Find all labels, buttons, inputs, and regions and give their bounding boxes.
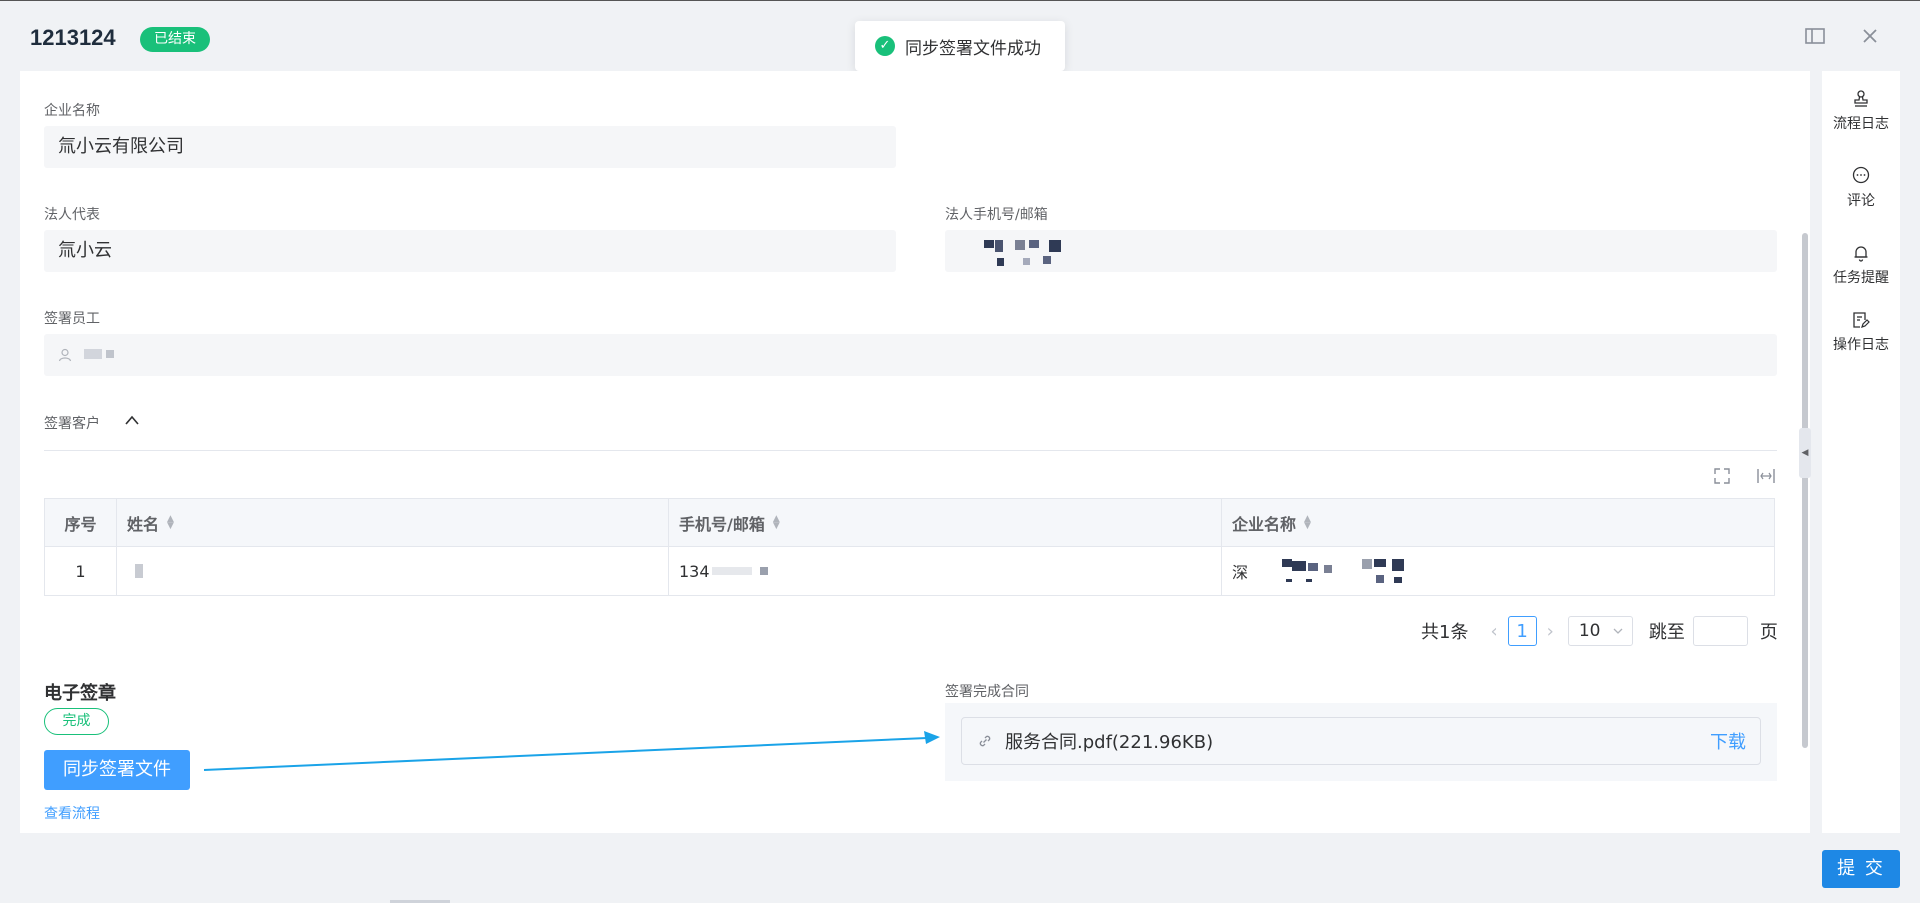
view-flow-link[interactable]: 查看流程 (44, 803, 100, 823)
download-link[interactable]: 下载 (1710, 728, 1746, 754)
jump-page-input[interactable] (1692, 616, 1748, 646)
redacted-mosaic (1262, 559, 1432, 585)
fullscreen-icon[interactable] (1713, 467, 1731, 485)
prev-page-button[interactable]: ‹ (1490, 621, 1497, 642)
main-panel: 企业名称 氚小云有限公司 法人代表 氚小云 法人手机号/邮箱 签署员工 签署客户 (20, 71, 1810, 833)
legal-phone-field[interactable] (945, 230, 1777, 272)
jump-label: 跳至 (1648, 622, 1685, 643)
column-header-index: 序号 (45, 499, 117, 546)
sync-signed-file-button[interactable]: 同步签署文件 (44, 750, 190, 790)
sidebar-item-operation-log[interactable]: 操作日志 (1822, 310, 1900, 354)
page-number-1[interactable]: 1 (1507, 616, 1537, 646)
employee-label: 签署员工 (44, 311, 100, 327)
page-size-select[interactable]: 10 (1567, 616, 1633, 646)
legal-rep-field[interactable]: 氚小云 (44, 230, 896, 272)
contract-file-name: 服务合同.pdf(221.96KB) (1005, 732, 1214, 753)
signed-contract-label: 签署完成合同 (945, 684, 1029, 700)
edit-log-icon (1853, 312, 1870, 328)
next-page-button[interactable]: › (1547, 621, 1554, 642)
sort-icon[interactable]: ▲ ▼ (167, 514, 174, 530)
sidebar-item-task-reminder[interactable]: 任务提醒 (1822, 243, 1900, 287)
redacted-mosaic (135, 564, 143, 578)
company-name-label: 企业名称 (44, 103, 100, 119)
success-toast: ✓ 同步签署文件成功 (855, 21, 1065, 71)
column-width-icon[interactable] (1756, 467, 1776, 485)
page-unit-label: 页 (1759, 622, 1778, 643)
sort-icon[interactable]: ▲ ▼ (773, 514, 780, 530)
row-phone: 134 (669, 547, 1222, 595)
scrollbar[interactable] (1802, 233, 1808, 748)
close-icon[interactable] (1859, 25, 1881, 47)
status-badge: 已结束 (140, 27, 210, 52)
company-name-field[interactable]: 氚小云有限公司 (44, 126, 896, 168)
signed-contract-box: 服务合同.pdf(221.96KB) 下载 (945, 703, 1777, 781)
right-sidebar: 流程日志 评论 任务提醒 操作日志 (1822, 71, 1900, 833)
legal-phone-label: 法人手机号/邮箱 (945, 207, 1048, 223)
redacted-mosaic (759, 567, 768, 575)
annotation-arrow (203, 731, 940, 771)
redacted-mosaic (711, 567, 752, 575)
customer-label: 签署客户 (44, 416, 100, 432)
section-divider (44, 450, 1777, 451)
table-header-row: 序号 姓名 ▲ ▼ 手机号/邮箱 ▲ ▼ 企业名称 ▲ ▼ (45, 499, 1774, 547)
sidebar-item-label: 流程日志 (1833, 116, 1889, 132)
total-count: 共1条 (1421, 622, 1469, 643)
sidebar-item-label: 评论 (1847, 193, 1875, 209)
check-circle-icon: ✓ (875, 36, 895, 56)
submit-button[interactable]: 提 交 (1822, 850, 1900, 888)
chevron-down-icon (1613, 628, 1623, 634)
panel-toggle-icon[interactable] (1804, 25, 1826, 47)
bell-icon (1854, 246, 1868, 262)
row-company: 深 (1222, 547, 1774, 595)
toast-message: 同步签署文件成功 (905, 38, 1041, 59)
redacted-mosaic (959, 240, 1069, 270)
contract-file-item[interactable]: 服务合同.pdf(221.96KB) 下载 (961, 717, 1761, 765)
stamp-icon (1854, 90, 1868, 107)
sidebar-item-comments[interactable]: 评论 (1822, 166, 1900, 210)
esign-status-badge: 完成 (44, 708, 109, 735)
collapse-handle[interactable]: ◀ (1799, 428, 1811, 478)
redacted-mosaic (84, 349, 124, 361)
sidebar-item-label: 任务提醒 (1833, 270, 1889, 286)
page-title: 1213124 (30, 25, 116, 50)
link-icon (979, 735, 991, 747)
pagination: 共1条 ‹ 1 › 10 跳至 页 (1421, 616, 1778, 646)
legal-rep-label: 法人代表 (44, 207, 100, 223)
column-header-company[interactable]: 企业名称 ▲ ▼ (1222, 499, 1774, 546)
sidebar-item-process-log[interactable]: 流程日志 (1822, 89, 1900, 133)
user-icon (58, 348, 72, 362)
row-index: 1 (45, 547, 117, 595)
chevron-up-icon (125, 415, 139, 425)
column-header-name[interactable]: 姓名 ▲ ▼ (117, 499, 669, 546)
customer-table: 序号 姓名 ▲ ▼ 手机号/邮箱 ▲ ▼ 企业名称 ▲ ▼ 1 134 深 (44, 498, 1775, 596)
comment-icon (1852, 166, 1870, 184)
employee-field[interactable] (44, 334, 1777, 376)
customer-section-toggle[interactable]: 签署客户 (44, 413, 139, 433)
sidebar-item-label: 操作日志 (1833, 337, 1889, 353)
column-header-phone[interactable]: 手机号/邮箱 ▲ ▼ (669, 499, 1222, 546)
table-row[interactable]: 1 134 深 (45, 547, 1774, 595)
row-name (117, 547, 669, 595)
esign-title: 电子签章 (44, 683, 116, 704)
sort-icon[interactable]: ▲ ▼ (1304, 514, 1311, 530)
